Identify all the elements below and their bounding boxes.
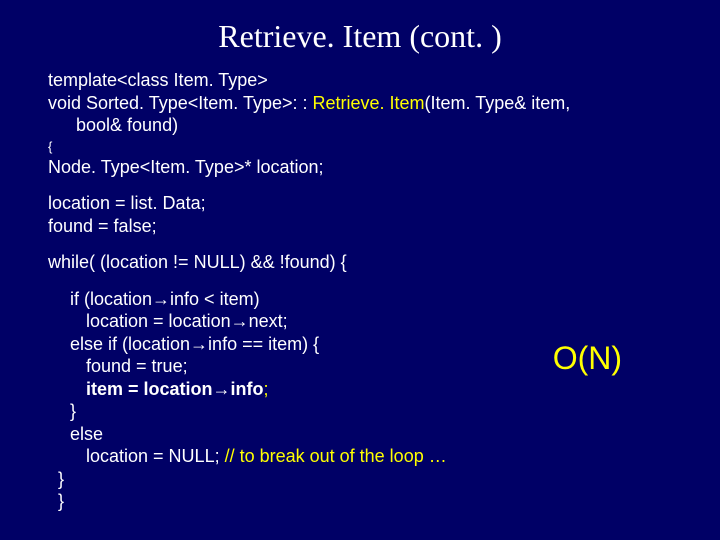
while-line: while( (location != NULL) && !found) { [48,251,700,274]
if-body: location = location→next; [48,310,700,333]
if-line: if (location→info < item) [48,288,700,311]
close-brace-1: } [48,400,700,423]
signature-line-2: bool& found) [48,114,700,137]
else-line: else [48,423,700,446]
semi: ; [264,379,269,399]
assignment-2: found = false; [48,215,700,238]
comment: // to break out of the loop … [225,446,447,466]
else-body-text: location = NULL; [86,446,225,466]
close-brace-3: } [48,490,700,513]
signature-line: void Sorted. Type<Item. Type>: : Retriev… [48,92,700,115]
sig-prefix: void Sorted. Type<Item. Type>: : [48,93,313,113]
code-block: template<class Item. Type> void Sorted. … [0,69,720,513]
else-body: location = NULL; // to break out of the … [48,445,700,468]
open-brace: { [48,139,700,155]
assignment-1: location = list. Data; [48,192,700,215]
template-line: template<class Item. Type> [48,69,700,92]
close-brace-2: } [48,468,700,491]
complexity-annotation: O(N) [553,340,622,377]
slide-title: Retrieve. Item (cont. ) [0,0,720,69]
item-assign-text: item = location→info [86,379,264,399]
method-name: Retrieve. Item [313,93,425,113]
sig-params: (Item. Type& item, [425,93,571,113]
item-assign: item = location→info; [48,378,700,401]
declaration: Node. Type<Item. Type>* location; [48,156,700,179]
